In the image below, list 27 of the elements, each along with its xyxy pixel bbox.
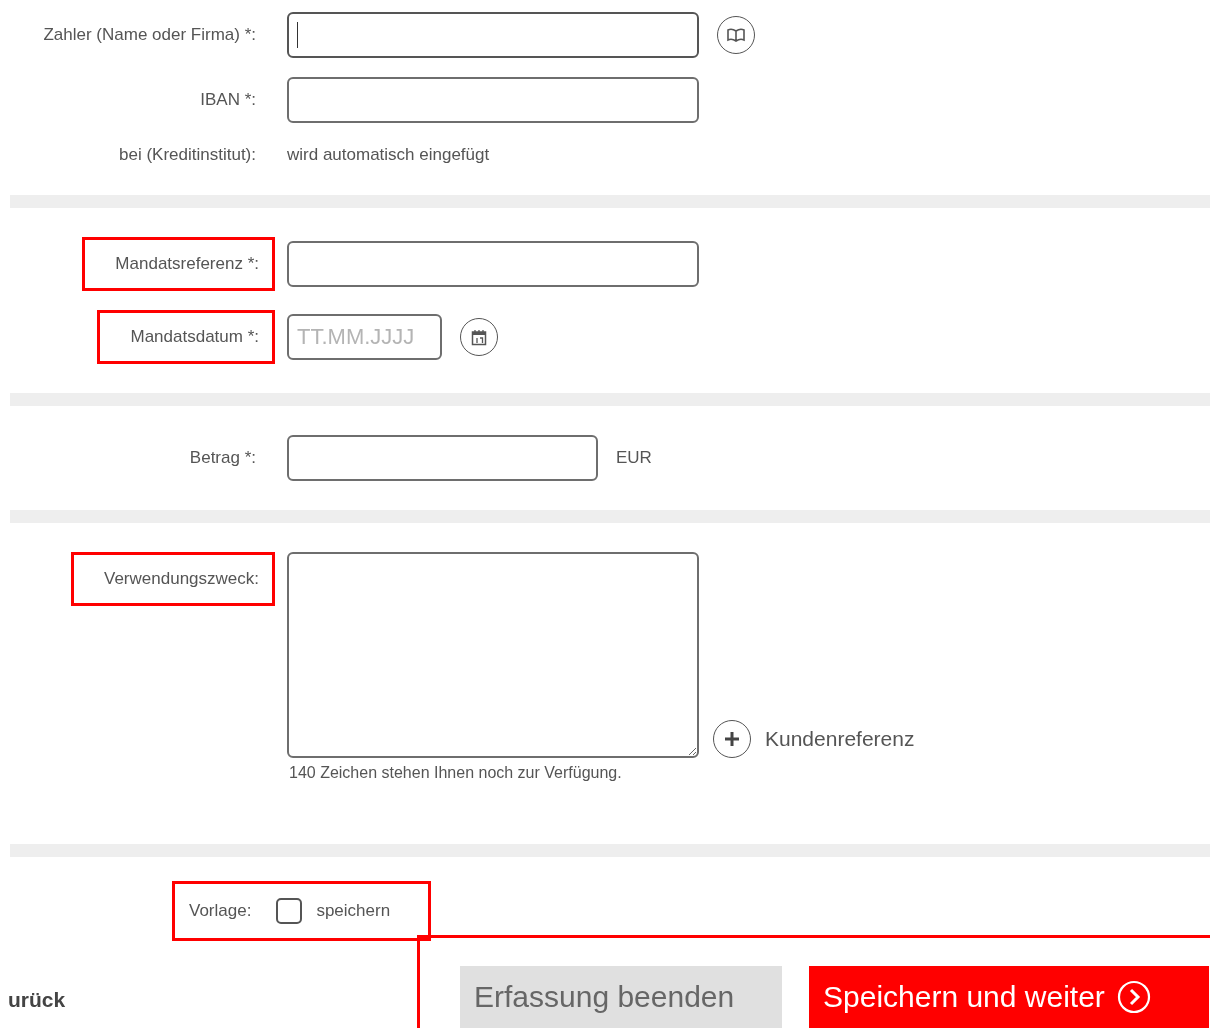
character-count-hint: 140 Zeichen stehen Ihnen noch zur Verfügung. xyxy=(288,764,623,782)
date-field[interactable]: TT.MM.JJJJ xyxy=(287,314,442,360)
input-field[interactable] xyxy=(287,12,699,58)
input-field[interactable] xyxy=(287,77,699,123)
calendar-icon[interactable] xyxy=(460,318,498,356)
purpose-textarea[interactable] xyxy=(287,552,699,758)
finish-entry-button[interactable]: Erfassung beenden xyxy=(460,966,782,1028)
field-label: Zahler (Name oder Firma) *: xyxy=(42,24,257,46)
address-book-icon[interactable] xyxy=(717,16,755,54)
plus-icon[interactable] xyxy=(713,720,751,758)
back-link[interactable]: urück xyxy=(0,988,417,1028)
input-field[interactable] xyxy=(287,241,699,287)
field-label: Betrag *: xyxy=(188,447,257,469)
chevron-right-icon xyxy=(1116,980,1151,1014)
currency-label: EUR xyxy=(616,448,652,468)
field-label: IBAN *: xyxy=(199,89,257,111)
template-label: Vorlage: xyxy=(189,901,252,921)
input-field[interactable] xyxy=(287,435,598,481)
customer-reference-link[interactable]: Kundenreferenz xyxy=(765,727,915,751)
highlighted-label: Mandatsreferenz *: xyxy=(82,237,275,291)
checkbox[interactable] xyxy=(276,898,303,924)
bank-name-text: wird automatisch eingefügt xyxy=(287,145,490,165)
save-and-continue-button[interactable]: Speichern und weiter xyxy=(809,966,1209,1028)
highlighted-label: Mandatsdatum *: xyxy=(97,310,275,364)
checkbox-label: speichern xyxy=(316,901,391,921)
field-label: bei (Kreditinstitut): xyxy=(118,144,257,166)
highlighted-label: Verwendungszweck: xyxy=(71,552,275,606)
